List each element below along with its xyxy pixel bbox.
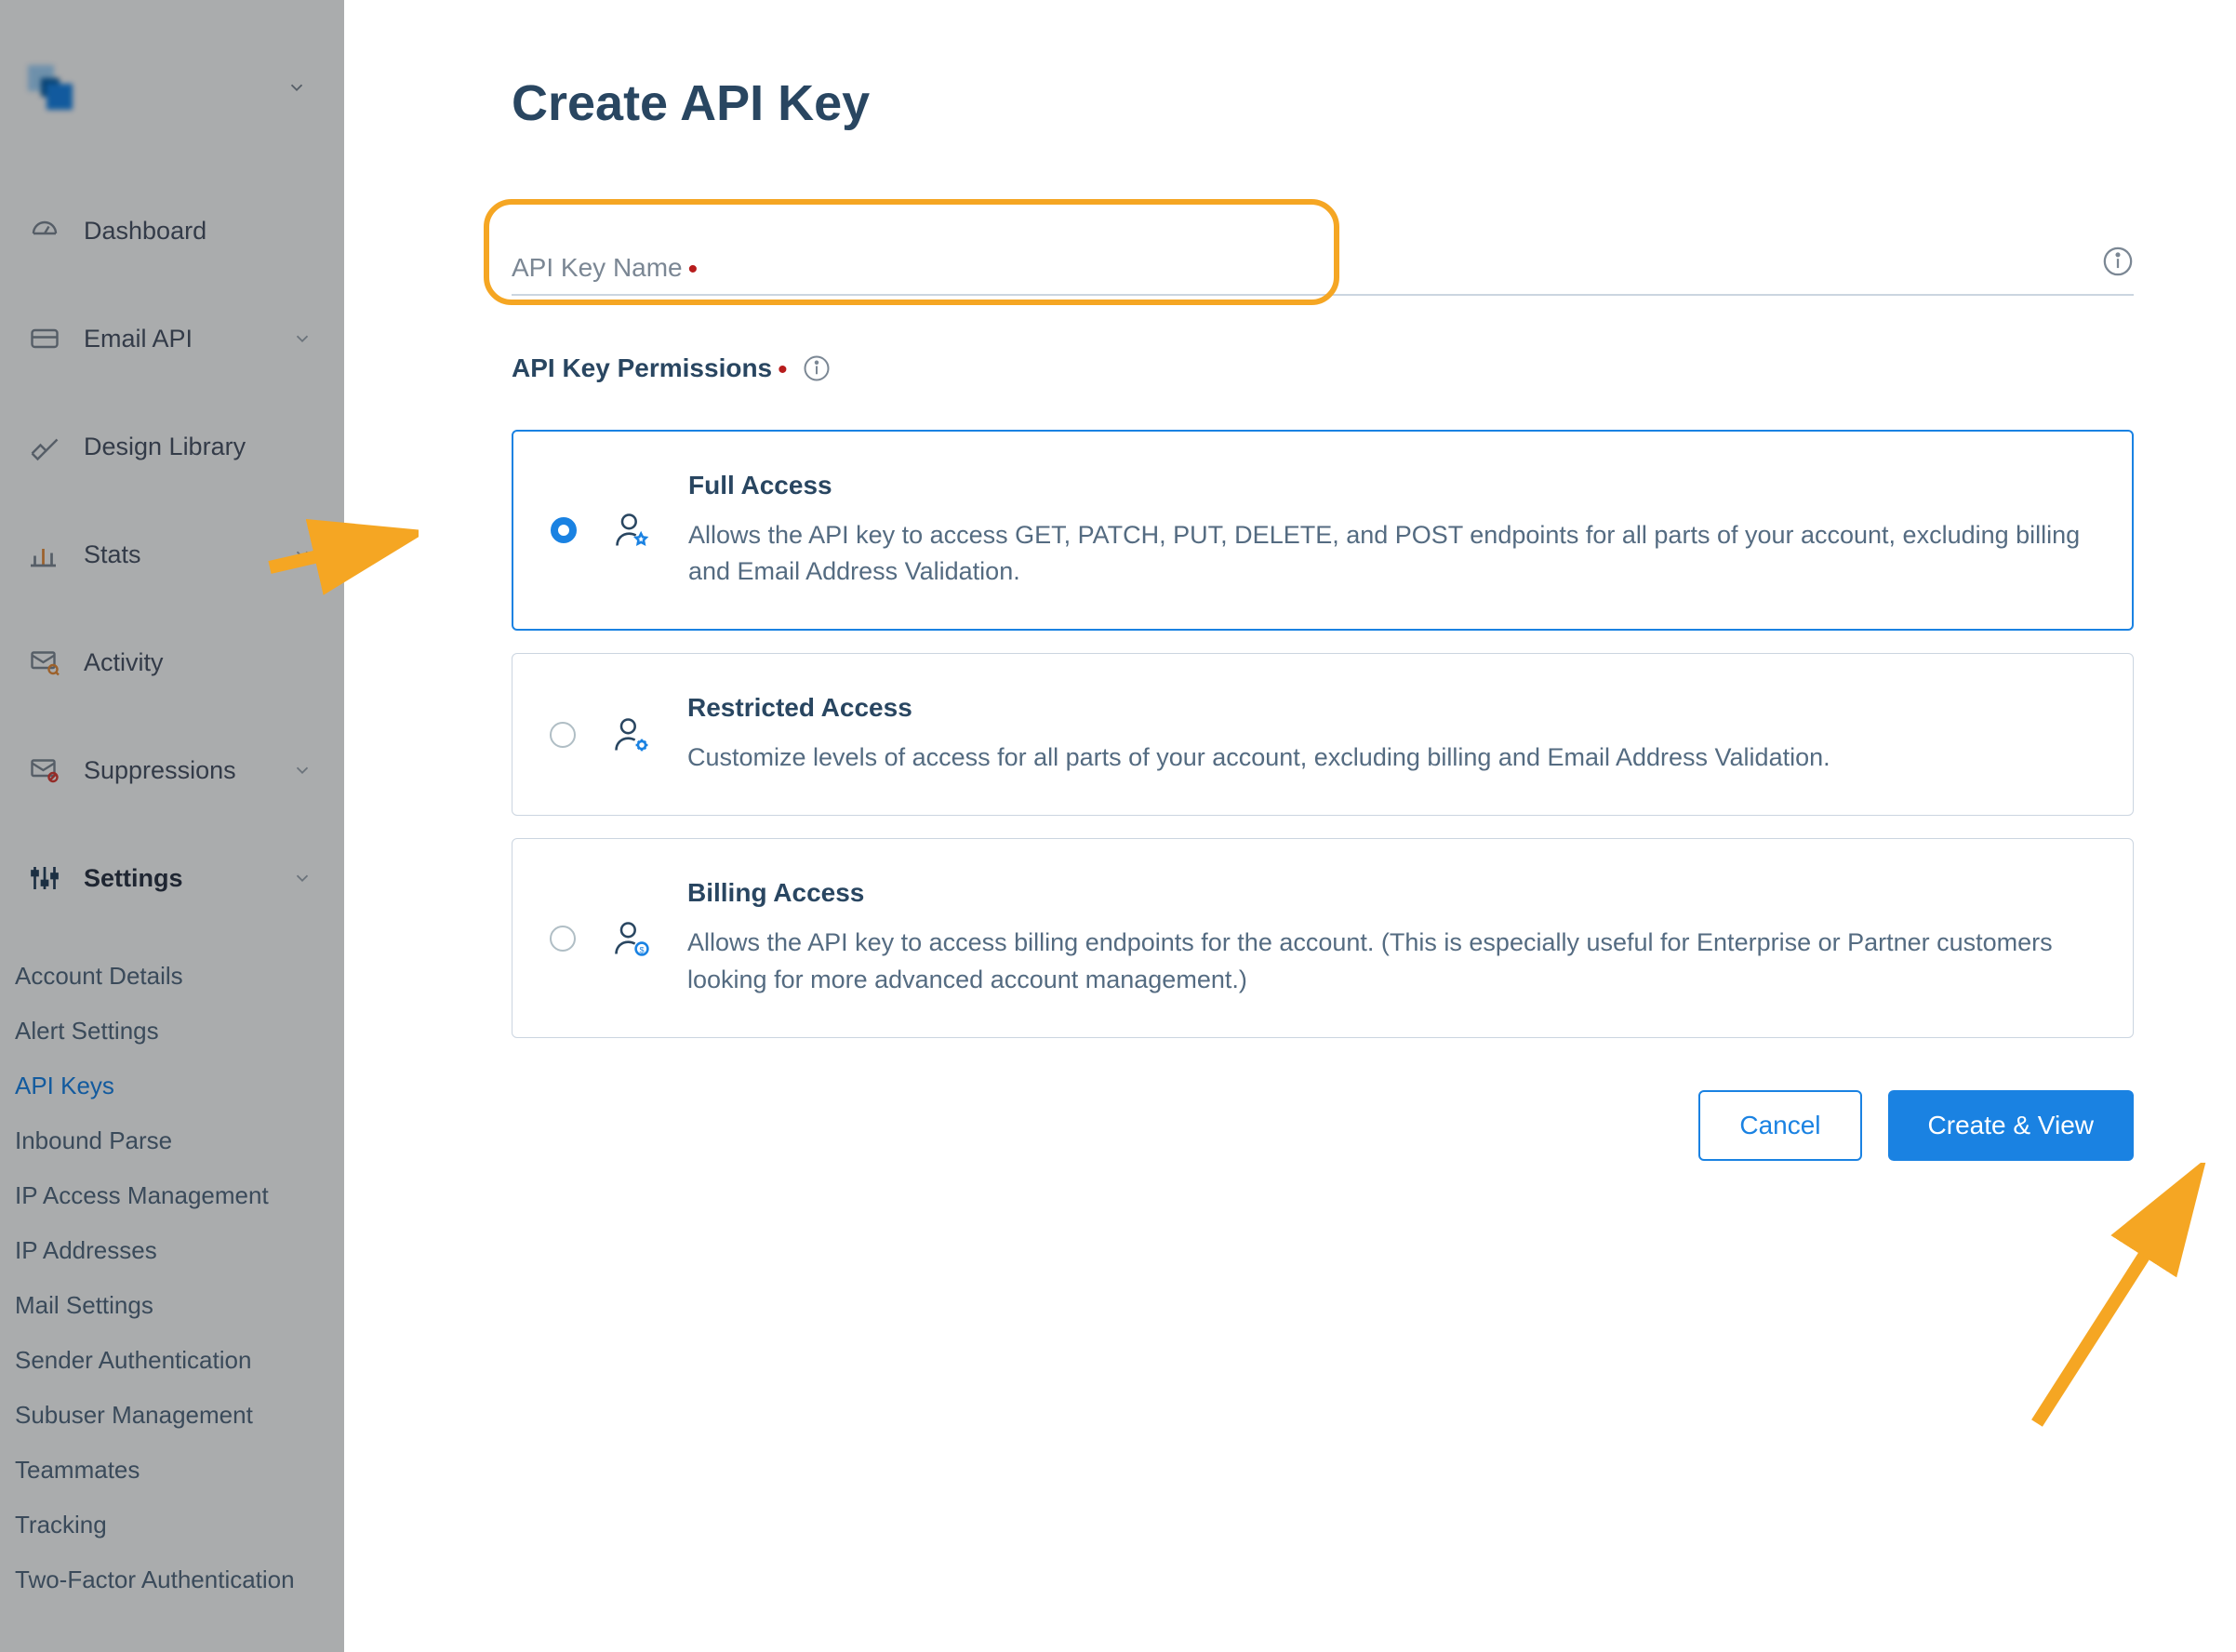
- info-icon[interactable]: [803, 354, 831, 382]
- info-icon[interactable]: [2102, 246, 2134, 277]
- sub-item-api-keys[interactable]: API Keys: [15, 1059, 344, 1113]
- sub-item-sender-authentication[interactable]: Sender Authentication: [15, 1333, 344, 1388]
- sidebar-item-email-api[interactable]: Email API: [0, 301, 344, 376]
- sidebar-item-dashboard[interactable]: Dashboard: [0, 193, 344, 268]
- sidebar-item-label: Email API: [84, 325, 270, 353]
- create-view-button[interactable]: Create & View: [1888, 1090, 2134, 1161]
- person-gear-icon: [611, 714, 652, 755]
- chevron-down-icon: [292, 760, 313, 780]
- sub-item-alert-settings[interactable]: Alert Settings: [15, 1004, 344, 1059]
- option-title: Full Access: [688, 471, 2087, 500]
- brand-logo: [28, 65, 73, 110]
- radio-icon: [550, 926, 576, 952]
- sidebar-item-settings[interactable]: Settings: [0, 841, 344, 915]
- permission-option-restricted-access[interactable]: Restricted Access Customize levels of ac…: [512, 653, 2134, 816]
- permission-option-full-access[interactable]: Full Access Allows the API key to access…: [512, 430, 2134, 631]
- permissions-label: API Key Permissions•: [512, 353, 788, 383]
- option-description: Allows the API key to access billing end…: [687, 925, 2088, 997]
- envelope-block-icon: [28, 753, 61, 787]
- sub-item-inbound-parse[interactable]: Inbound Parse: [15, 1113, 344, 1168]
- card-icon: [28, 322, 61, 355]
- sub-item-ip-addresses[interactable]: IP Addresses: [15, 1223, 344, 1278]
- api-key-name-field: API Key Name•: [512, 234, 2134, 296]
- sidebar-item-label: Activity: [84, 648, 313, 677]
- chevron-down-icon: [292, 544, 313, 565]
- radio-icon: [551, 517, 577, 543]
- person-star-icon: [612, 510, 653, 551]
- gauge-icon: [28, 214, 61, 247]
- sidebar-item-label: Design Library: [84, 433, 313, 461]
- sub-item-ip-access-management[interactable]: IP Access Management: [15, 1168, 344, 1223]
- option-description: Customize levels of access for all parts…: [687, 739, 2088, 776]
- chevron-down-icon[interactable]: [286, 77, 307, 98]
- sidebar-item-suppressions[interactable]: Suppressions: [0, 733, 344, 807]
- page-title: Create API Key: [512, 74, 2134, 132]
- sub-item-teammates[interactable]: Teammates: [15, 1443, 344, 1498]
- annotation-arrow-2: [2009, 1163, 2232, 1442]
- chevron-down-icon: [292, 328, 313, 349]
- required-dot-icon: •: [772, 354, 788, 385]
- bar-chart-icon: [28, 538, 61, 571]
- sub-item-tracking[interactable]: Tracking: [15, 1498, 344, 1552]
- brand-row: [0, 0, 344, 147]
- sub-item-mail-settings[interactable]: Mail Settings: [15, 1278, 344, 1333]
- envelope-search-icon: [28, 646, 61, 679]
- sidebar-item-label: Suppressions: [84, 756, 270, 785]
- pencil-ruler-icon: [28, 430, 61, 463]
- sidebar-item-stats[interactable]: Stats: [0, 517, 344, 592]
- api-key-name-input[interactable]: [512, 234, 2134, 296]
- radio-icon: [550, 722, 576, 748]
- person-dollar-icon: $: [611, 918, 652, 959]
- svg-text:$: $: [639, 945, 644, 954]
- main-panel: Create API Key API Key Name• API Key Per…: [344, 0, 2236, 1652]
- sub-item-account-details[interactable]: Account Details: [15, 949, 344, 1004]
- primary-nav: Dashboard Email API Design Library Stats: [0, 147, 344, 1607]
- option-title: Restricted Access: [687, 693, 2088, 723]
- sidebar-item-label: Stats: [84, 540, 270, 569]
- permissions-label-row: API Key Permissions•: [512, 353, 2134, 383]
- sidebar-item-label: Settings: [84, 864, 270, 893]
- action-buttons: Cancel Create & View: [512, 1090, 2134, 1161]
- cancel-button[interactable]: Cancel: [1698, 1090, 1861, 1161]
- sidebar-item-activity[interactable]: Activity: [0, 625, 344, 699]
- sub-item-subuser-management[interactable]: Subuser Management: [15, 1388, 344, 1443]
- permission-option-billing-access[interactable]: $ Billing Access Allows the API key to a…: [512, 838, 2134, 1037]
- sidebar-item-label: Dashboard: [84, 217, 313, 246]
- option-title: Billing Access: [687, 878, 2088, 908]
- sub-item-two-factor-authentication[interactable]: Two-Factor Authentication: [15, 1552, 344, 1607]
- permissions-radio-group: Full Access Allows the API key to access…: [512, 430, 2134, 1038]
- chevron-down-icon: [292, 868, 313, 888]
- sliders-icon: [28, 861, 61, 895]
- option-description: Allows the API key to access GET, PATCH,…: [688, 517, 2087, 590]
- sidebar-item-design-library[interactable]: Design Library: [0, 409, 344, 484]
- sidebar: Dashboard Email API Design Library Stats: [0, 0, 344, 1652]
- settings-subnav: Account Details Alert Settings API Keys …: [0, 949, 344, 1607]
